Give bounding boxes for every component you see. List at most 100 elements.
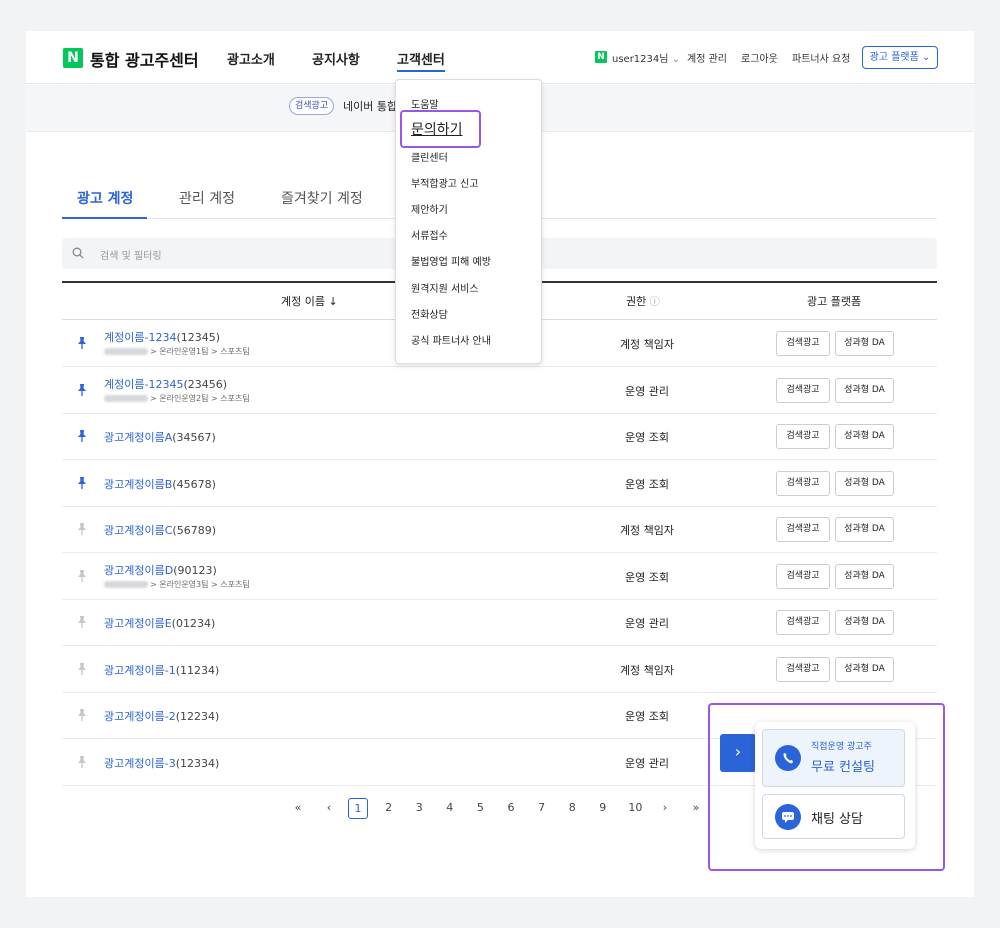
banner-text[interactable]: 네이버 통합 <box>343 98 397 114</box>
performance-da-button[interactable]: 성과형 DA <box>835 656 894 682</box>
account-name[interactable]: 광고계정이름C <box>104 524 172 537</box>
performance-da-button[interactable]: 성과형 DA <box>835 563 894 589</box>
search-ad-button[interactable]: 검색광고 <box>776 470 830 496</box>
partner-request-link[interactable]: 파트너사 요청 <box>792 50 850 65</box>
page-6-button[interactable]: 6 <box>501 801 521 814</box>
account-name[interactable]: 계정이름-1234 <box>104 331 176 344</box>
menu-item-phone[interactable]: 전화상담 <box>411 306 448 321</box>
page-7-button[interactable]: 7 <box>532 801 552 814</box>
pin-icon[interactable] <box>76 569 88 583</box>
pin-icon[interactable] <box>76 755 88 769</box>
menu-item-suggest[interactable]: 제안하기 <box>411 201 448 216</box>
header-account-name[interactable]: 계정 이름 ↓ <box>281 293 338 309</box>
account-name[interactable]: 광고계정이름-1 <box>104 664 176 677</box>
brand-title[interactable]: 통합 광고주센터 <box>90 47 199 71</box>
page-2-button[interactable]: 2 <box>379 801 399 814</box>
search-ad-button[interactable]: 검색광고 <box>776 331 830 356</box>
page-10-button[interactable]: 10 <box>623 801 647 814</box>
pin-icon[interactable] <box>76 383 88 397</box>
performance-da-button[interactable]: 성과형 DA <box>835 610 894 635</box>
ad-platform-button[interactable]: 광고 플랫폼 ⌄ <box>862 46 938 69</box>
prev-page-button[interactable]: ‹ <box>319 801 339 814</box>
info-icon[interactable]: ⓘ <box>650 297 660 308</box>
role-value: 운영 조회 <box>625 431 669 444</box>
account-number: (90123) <box>173 563 217 577</box>
account-name[interactable]: 광고계정이름-3 <box>104 757 176 770</box>
menu-item-inquiry[interactable]: 문의하기 <box>400 110 481 148</box>
next-page-button[interactable]: › <box>655 801 675 814</box>
page-3-button[interactable]: 3 <box>409 801 429 814</box>
page-8-button[interactable]: 8 <box>562 801 582 814</box>
search-ad-button[interactable]: 검색광고 <box>776 563 830 589</box>
last-page-button[interactable]: » <box>686 801 706 814</box>
menu-item-documents[interactable]: 서류접수 <box>411 227 448 242</box>
pin-icon[interactable] <box>76 615 88 629</box>
tab-favorite-accounts[interactable]: 즐겨찾기 계정 <box>281 188 363 208</box>
account-name-link[interactable]: 광고계정이름D(90123) <box>104 562 217 578</box>
pin-icon[interactable] <box>76 662 88 676</box>
search-ad-button[interactable]: 검색광고 <box>776 656 830 682</box>
search-ad-button[interactable]: 검색광고 <box>776 424 830 449</box>
menu-item-partners[interactable]: 공식 파트너사 안내 <box>411 332 491 347</box>
performance-da-button[interactable]: 성과형 DA <box>835 470 894 496</box>
first-page-button[interactable]: « <box>288 801 308 814</box>
account-name[interactable]: 광고계정이름-2 <box>104 710 176 723</box>
account-path: > 온라인운영3팀 > 스포츠팀 <box>104 579 250 590</box>
logout-link[interactable]: 로그아웃 <box>741 50 778 65</box>
account-name-link[interactable]: 광고계정이름-2(12234) <box>104 708 219 724</box>
consult-subtitle: 직접운영 광고주 <box>811 742 872 752</box>
performance-da-button[interactable]: 성과형 DA <box>835 517 894 542</box>
performance-da-button[interactable]: 성과형 DA <box>835 424 894 449</box>
pin-icon[interactable] <box>76 522 88 536</box>
account-name-link[interactable]: 광고계정이름-3(12334) <box>104 755 219 771</box>
chat-label: 채팅 상담 <box>811 812 863 827</box>
performance-da-button[interactable]: 성과형 DA <box>835 377 894 403</box>
account-name[interactable]: 광고계정이름E <box>104 617 172 630</box>
nav-customer-center[interactable]: 고객센터 <box>397 49 445 72</box>
chat-consult-button[interactable]: 채팅 상담 <box>762 794 905 839</box>
naver-logo-icon[interactable]: N <box>63 48 83 68</box>
user-menu[interactable]: user1234님 ⌄ <box>612 50 680 65</box>
account-name-link[interactable]: 계정이름-1234(12345) <box>104 329 220 345</box>
account-number: (34567) <box>172 431 216 444</box>
menu-item-clean-center[interactable]: 클린센터 <box>411 149 448 164</box>
search-ad-button[interactable]: 검색광고 <box>776 610 830 635</box>
account-name-link[interactable]: 계정이름-12345(23456) <box>104 376 227 392</box>
account-name-link[interactable]: 광고계정이름-1(11234) <box>104 662 219 678</box>
menu-item-fraud-prevention[interactable]: 불법영업 피해 예방 <box>411 253 491 268</box>
nav-notice[interactable]: 공지사항 <box>312 49 360 68</box>
page-5-button[interactable]: 5 <box>470 801 490 814</box>
table-row: 광고계정이름C(56789) 계정 책임자 검색광고 성과형 DA <box>62 506 937 553</box>
consult-title: 무료 컨설팅 <box>811 760 875 775</box>
pin-icon[interactable] <box>76 708 88 722</box>
pin-icon[interactable] <box>76 429 88 443</box>
page: N 통합 광고주센터 광고소개 공지사항 고객센터 N user1234님 ⌄ … <box>26 31 974 897</box>
account-name[interactable]: 광고계정이름A <box>104 431 172 444</box>
page-1-button[interactable]: 1 <box>348 798 368 819</box>
collapse-button[interactable]: › <box>720 734 756 772</box>
pin-icon[interactable] <box>76 336 88 350</box>
page-4-button[interactable]: 4 <box>440 801 460 814</box>
account-manage-link[interactable]: 계정 관리 <box>687 50 727 65</box>
tab-ad-accounts[interactable]: 광고 계정 <box>77 188 133 208</box>
menu-item-report-ad[interactable]: 부적합광고 신고 <box>411 175 479 190</box>
menu-item-remote-support[interactable]: 원격지원 서비스 <box>411 280 479 295</box>
account-number: (12234) <box>175 710 220 723</box>
page-9-button[interactable]: 9 <box>593 801 613 814</box>
menu-item-help[interactable]: 도움말 <box>411 96 439 111</box>
role-value: 계정 책임자 <box>619 524 675 537</box>
free-consulting-button[interactable]: 직접운영 광고주 무료 컨설팅 <box>762 729 905 787</box>
pin-icon[interactable] <box>76 476 88 490</box>
search-ad-button[interactable]: 검색광고 <box>776 517 830 542</box>
account-name[interactable]: 계정이름-12345 <box>104 378 183 391</box>
account-name-link[interactable]: 광고계정이름E(01234) <box>104 615 215 631</box>
account-name-link[interactable]: 광고계정이름A(34567) <box>104 429 216 445</box>
performance-da-button[interactable]: 성과형 DA <box>835 331 894 356</box>
account-name-link[interactable]: 광고계정이름C(56789) <box>104 522 216 538</box>
tab-manager-accounts[interactable]: 관리 계정 <box>179 188 235 208</box>
nav-ad-intro[interactable]: 광고소개 <box>227 49 275 68</box>
search-ad-button[interactable]: 검색광고 <box>776 377 830 403</box>
account-name[interactable]: 광고계정이름B <box>104 478 172 491</box>
account-name-link[interactable]: 광고계정이름B(45678) <box>104 476 216 492</box>
account-name[interactable]: 광고계정이름D <box>104 564 173 577</box>
